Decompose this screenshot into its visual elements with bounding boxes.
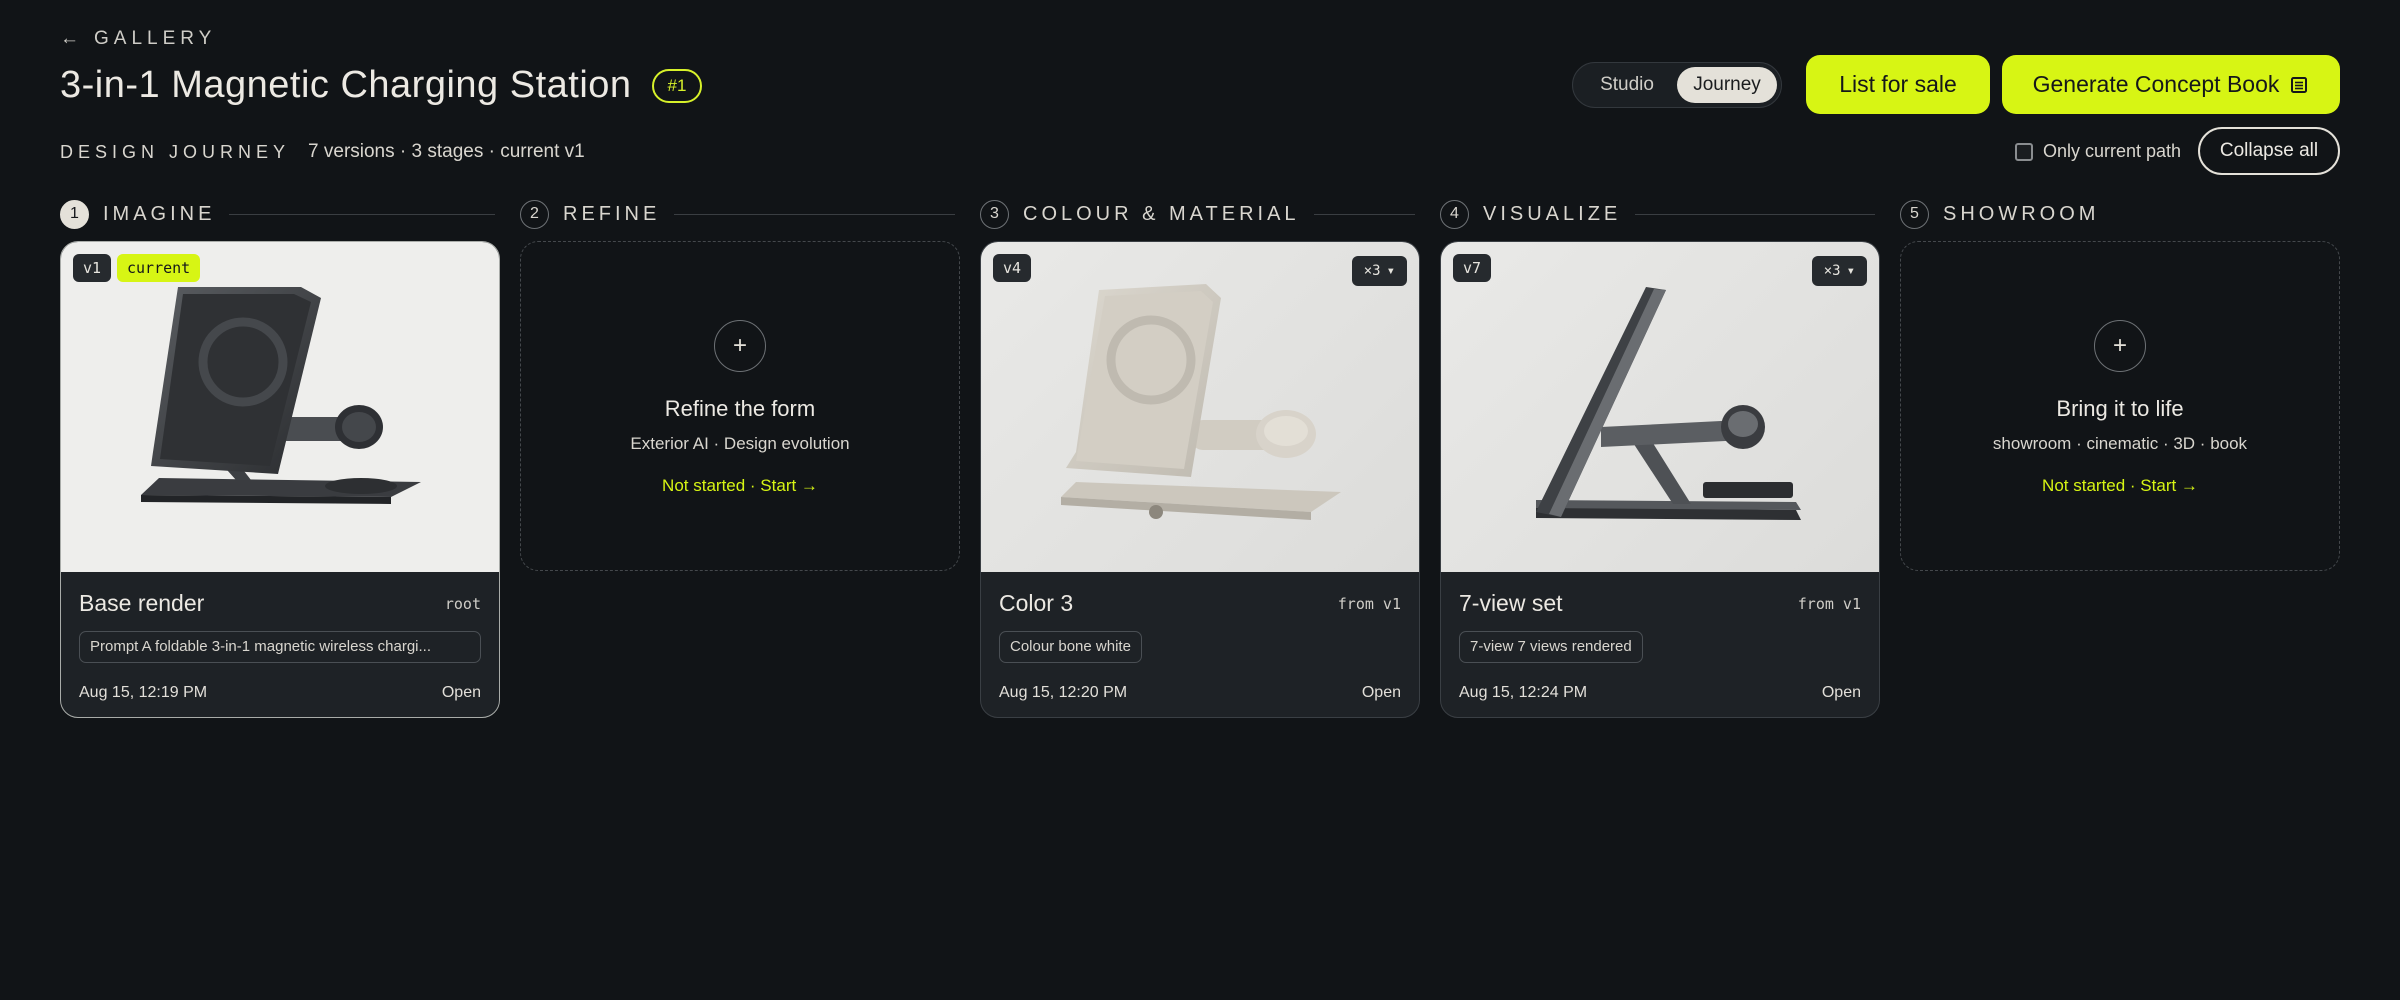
card-thumbnail[interactable]: v7 ×3 ▾ xyxy=(1441,242,1879,572)
section-label: DESIGN JOURNEY xyxy=(60,141,291,162)
card-title: Base render xyxy=(79,590,205,616)
card-thumbnail[interactable]: v1 current xyxy=(61,242,499,572)
refine-stage-placeholder: + Refine the form Exterior AI · Design e… xyxy=(520,241,960,571)
variant-count: ×3 xyxy=(1363,263,1381,279)
view-toggle: Studio Journey xyxy=(1572,62,1782,108)
plus-icon: + xyxy=(2112,332,2127,359)
version-card-v4[interactable]: v4 ×3 ▾ Color 3 from v1 Colour bone whit… xyxy=(980,241,1420,718)
only-current-path-label: Only current path xyxy=(2043,141,2182,161)
stage-number: 3 xyxy=(980,199,1009,229)
views-chip: 7-view 7 views rendered xyxy=(1459,631,1643,663)
variant-count-dropdown[interactable]: ×3 ▾ xyxy=(1811,256,1867,286)
placeholder-subtitle: showroom · cinematic · 3D · book xyxy=(1992,434,2248,453)
version-badge: v1 xyxy=(73,254,112,282)
chevron-down-icon: ▾ xyxy=(1846,263,1855,279)
title-row: 3-in-1 Magnetic Charging Station #1 xyxy=(60,64,703,107)
only-current-path-checkbox[interactable] xyxy=(2015,142,2033,161)
card-date: Aug 15, 12:19 PM xyxy=(79,684,208,701)
version-card-v1[interactable]: v1 current Base render root Prompt A fol… xyxy=(60,241,500,718)
stage-header-visualize: 4 VISUALIZE xyxy=(1440,199,1875,229)
version-badge: v4 xyxy=(993,254,1032,282)
showroom-stage-placeholder: + Bring it to life showroom · cinematic … xyxy=(1900,241,2340,571)
toggle-journey[interactable]: Journey xyxy=(1677,67,1777,103)
card-origin: root xyxy=(444,594,481,613)
stage-divider xyxy=(1313,213,1415,215)
back-link-label: GALLERY xyxy=(94,28,217,49)
stage-number: 2 xyxy=(520,199,549,229)
card-origin: from v1 xyxy=(1797,594,1861,613)
charger-render-image xyxy=(141,287,421,504)
open-button[interactable]: Open xyxy=(1822,684,1861,702)
only-current-path-toggle[interactable]: Only current path xyxy=(2015,141,2181,162)
toggle-studio[interactable]: Studio xyxy=(1577,67,1677,103)
card-date: Aug 15, 12:24 PM xyxy=(1459,684,1588,701)
version-card-v7[interactable]: v7 ×3 ▾ 7-view set from v1 7-view 7 view… xyxy=(1440,241,1880,718)
arrow-left-icon: ← xyxy=(60,28,84,49)
card-date: Aug 15, 12:20 PM xyxy=(999,684,1128,701)
rank-badge: #1 xyxy=(651,68,703,103)
add-showroom-button[interactable]: + xyxy=(2094,320,2146,372)
book-icon xyxy=(2291,76,2308,93)
collapse-all-button[interactable]: Collapse all xyxy=(2198,127,2340,175)
variant-count: ×3 xyxy=(1823,263,1841,279)
chevron-down-icon: ▾ xyxy=(1386,263,1395,279)
stage-header-imagine: 1 IMAGINE xyxy=(60,199,495,229)
stage-header-refine: 2 REFINE xyxy=(520,199,955,229)
stage-name: VISUALIZE xyxy=(1483,202,1622,225)
stage-header-colour-material: 3 COLOUR & MATERIAL xyxy=(980,199,1415,229)
generate-concept-book-button[interactable]: Generate Concept Book xyxy=(2002,55,2340,114)
stage-header-showroom: 5 SHOWROOM xyxy=(1900,199,2340,229)
variant-count-dropdown[interactable]: ×3 ▾ xyxy=(1351,256,1407,286)
page-title: 3-in-1 Magnetic Charging Station xyxy=(60,64,632,106)
plus-icon: + xyxy=(732,332,747,359)
card-origin: from v1 xyxy=(1337,594,1401,613)
start-showroom-link[interactable]: Not started · Start → xyxy=(2042,476,2198,496)
stage-number: 4 xyxy=(1440,199,1469,229)
open-button[interactable]: Open xyxy=(1362,684,1401,702)
back-to-gallery-link[interactable]: ← GALLERY xyxy=(60,28,216,50)
placeholder-title: Bring it to life xyxy=(2056,396,2184,421)
journey-meta: 7 versions · 3 stages · current v1 xyxy=(308,141,585,162)
stage-name: IMAGINE xyxy=(103,202,216,225)
start-refine-link[interactable]: Not started · Start → xyxy=(662,476,818,496)
version-badge: v7 xyxy=(1453,254,1492,282)
stage-divider xyxy=(674,213,955,215)
list-for-sale-label: List for sale xyxy=(1839,71,1957,97)
stage-name: REFINE xyxy=(563,202,661,225)
colour-chip: Colour bone white xyxy=(999,631,1142,663)
open-button[interactable]: Open xyxy=(442,684,481,702)
add-refine-button[interactable]: + xyxy=(714,320,766,372)
stage-name: SHOWROOM xyxy=(1943,202,2100,225)
concept-book-label: Generate Concept Book xyxy=(2032,71,2280,97)
card-title: 7-view set xyxy=(1459,590,1563,616)
prompt-chip: Prompt A foldable 3-in-1 magnetic wirele… xyxy=(79,631,481,663)
placeholder-title: Refine the form xyxy=(664,396,816,421)
stage-number: 5 xyxy=(1900,199,1929,229)
card-thumbnail[interactable]: v4 ×3 ▾ xyxy=(981,242,1419,572)
charger-render-image xyxy=(1536,287,1801,520)
charger-render-image xyxy=(1061,284,1341,520)
stage-number: 1 xyxy=(60,199,89,229)
collapse-all-label: Collapse all xyxy=(2219,140,2319,161)
stage-divider xyxy=(229,213,495,215)
stage-divider xyxy=(1635,213,1875,215)
stage-name: COLOUR & MATERIAL xyxy=(1023,202,1300,225)
journey-summary: DESIGN JOURNEY 7 versions · 3 stages · c… xyxy=(60,141,585,163)
card-title: Color 3 xyxy=(999,590,1074,616)
placeholder-subtitle: Exterior AI · Design evolution xyxy=(630,434,850,453)
current-badge: current xyxy=(117,254,201,282)
list-for-sale-button[interactable]: List for sale xyxy=(1806,55,1990,114)
